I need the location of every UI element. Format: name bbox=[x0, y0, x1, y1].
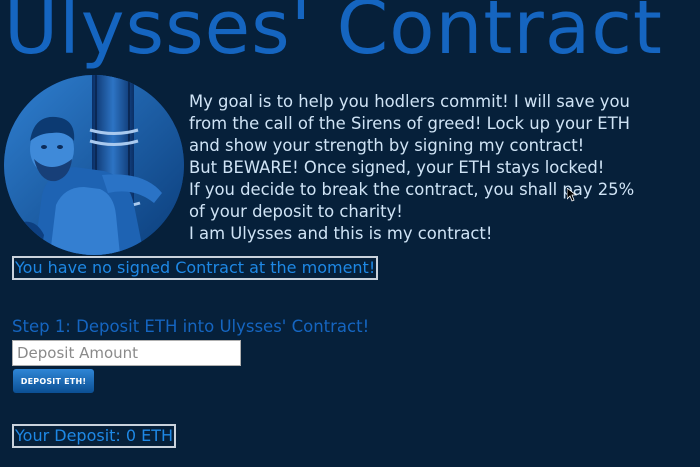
mouse-cursor-icon bbox=[567, 188, 577, 202]
portrait-illustration bbox=[4, 75, 184, 255]
deposit-amount-input[interactable] bbox=[12, 340, 241, 366]
deposit-eth-button[interactable]: DEPOSIT ETH! bbox=[13, 369, 94, 393]
intro-line: If you decide to break the contract, you… bbox=[189, 180, 635, 199]
intro-line: But BEWARE! Once signed, your ETH stays … bbox=[189, 158, 605, 177]
intro-line: I am Ulysses and this is my contract! bbox=[189, 224, 493, 243]
intro-text: My goal is to help you hodlers commit! I… bbox=[189, 91, 694, 245]
ulysses-portrait-image bbox=[4, 75, 184, 255]
step1-label: Step 1: Deposit ETH into Ulysses' Contra… bbox=[12, 317, 370, 336]
intro-line: from the call of the Sirens of greed! Lo… bbox=[189, 114, 631, 133]
intro-line: and show your strength by signing my con… bbox=[189, 136, 585, 155]
intro-line: of your deposit to charity! bbox=[189, 202, 403, 221]
intro-line: My goal is to help you hodlers commit! I… bbox=[189, 92, 630, 111]
contract-status-box: You have no signed Contract at the momen… bbox=[12, 256, 379, 280]
your-deposit-box: Your Deposit: 0 ETH bbox=[12, 424, 177, 448]
page-title: Ulysses' Contract bbox=[4, 0, 663, 71]
